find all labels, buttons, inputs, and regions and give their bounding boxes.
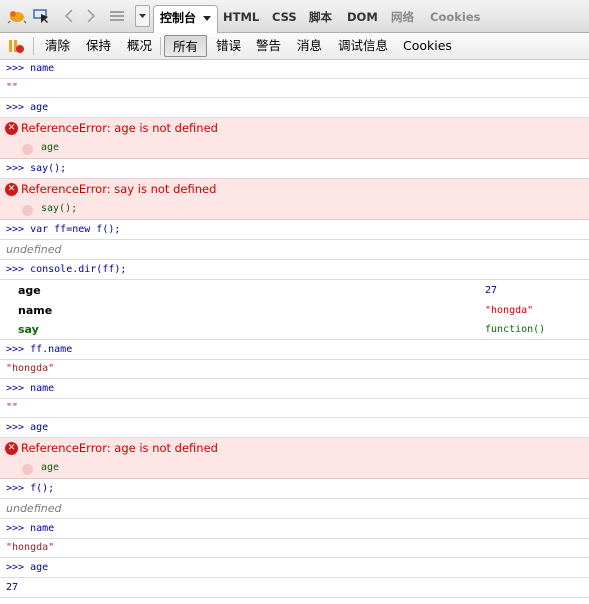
command-line[interactable]: >>> name <box>0 379 589 399</box>
dir-key[interactable]: say <box>18 323 39 336</box>
persist-button[interactable]: 保持 <box>86 33 111 59</box>
error-source[interactable]: say(); <box>41 203 77 214</box>
clear-button[interactable]: 清除 <box>45 33 70 59</box>
error-message: ✕ ReferenceError: age is not defined age <box>0 118 589 159</box>
firebug-icon[interactable] <box>6 0 28 32</box>
tab-cookies[interactable]: Cookies <box>430 0 480 32</box>
back-icon[interactable] <box>60 0 78 32</box>
command-line[interactable]: >>> age <box>0 418 589 438</box>
command-line[interactable]: >>> ff.name <box>0 340 589 360</box>
tab-net[interactable]: 网络 <box>391 0 414 32</box>
filter-errors-button[interactable]: 错误 <box>216 33 241 59</box>
output-undefined: undefined <box>0 240 589 260</box>
filter-all-button[interactable]: 所有 <box>164 35 208 57</box>
error-text: ReferenceError: age is not defined <box>21 441 218 455</box>
error-text: ReferenceError: age is not defined <box>21 121 218 135</box>
separator <box>33 37 34 55</box>
output-string: "" <box>0 399 589 418</box>
error-icon: ✕ <box>5 442 18 455</box>
error-source[interactable]: age <box>41 462 59 473</box>
error-icon: ✕ <box>5 122 18 135</box>
filter-debug-button[interactable]: 调试信息 <box>338 33 388 59</box>
tab-dom[interactable]: DOM <box>347 0 378 32</box>
tab-console[interactable]: 控制台 <box>153 5 219 33</box>
break-on-errors-icon[interactable] <box>8 33 28 59</box>
menu-lines-icon[interactable] <box>107 0 127 32</box>
inspect-icon[interactable] <box>31 0 53 32</box>
command-line[interactable]: >>> name <box>0 59 589 79</box>
error-message: ✕ ReferenceError: age is not defined age <box>0 438 589 479</box>
error-message: ✕ ReferenceError: say is not defined say… <box>0 179 589 220</box>
dir-key[interactable]: name <box>18 304 52 317</box>
filter-info-button[interactable]: 消息 <box>297 33 322 59</box>
tab-script[interactable]: 脚本 <box>309 0 332 32</box>
dropdown-toggle-icon[interactable] <box>135 5 150 27</box>
output-undefined: undefined <box>0 499 589 519</box>
console-log: >>> name "" >>> age ✕ ReferenceError: ag… <box>0 59 589 598</box>
separator <box>160 37 161 55</box>
output-string: "hongda" <box>0 360 589 379</box>
error-source-icon <box>22 205 33 216</box>
error-text: ReferenceError: say is not defined <box>21 182 217 196</box>
command-line[interactable]: >>> f(); <box>0 479 589 499</box>
command-line[interactable]: >>> console.dir(ff); <box>0 260 589 280</box>
console-filter-bar: 清除 保持 概况 所有 错误 警告 消息 调试信息 Cookies <box>0 33 589 60</box>
filter-warnings-button[interactable]: 警告 <box>256 33 281 59</box>
command-line[interactable]: >>> var ff=new f(); <box>0 220 589 240</box>
dir-value: 27 <box>485 285 498 296</box>
tab-css[interactable]: CSS <box>272 0 297 32</box>
output-string: "" <box>0 79 589 98</box>
command-line[interactable]: >>> age <box>0 558 589 578</box>
tab-html[interactable]: HTML <box>223 0 259 32</box>
output-string: "hongda" <box>0 539 589 558</box>
error-source-icon <box>22 144 33 155</box>
command-line[interactable]: >>> say(); <box>0 159 589 179</box>
dir-key[interactable]: age <box>18 284 41 297</box>
forward-icon[interactable] <box>82 0 100 32</box>
filter-cookies-button[interactable]: Cookies <box>403 33 452 59</box>
command-line[interactable]: >>> age <box>0 98 589 118</box>
error-source[interactable]: age <box>41 142 59 153</box>
dir-value[interactable]: function() <box>485 324 545 335</box>
error-source-icon <box>22 464 33 475</box>
error-icon: ✕ <box>5 183 18 196</box>
command-line[interactable]: >>> name <box>0 519 589 539</box>
dir-value: "hongda" <box>485 305 534 316</box>
object-dir: age 27 name "hongda" say function() <box>0 280 589 340</box>
output-number: 27 <box>0 578 589 598</box>
tab-console-label: 控制台 <box>160 11 197 25</box>
profile-button[interactable]: 概况 <box>127 33 152 59</box>
firebug-toolbar: 控制台 HTML CSS 脚本 DOM 网络 Cookies <box>0 0 589 33</box>
